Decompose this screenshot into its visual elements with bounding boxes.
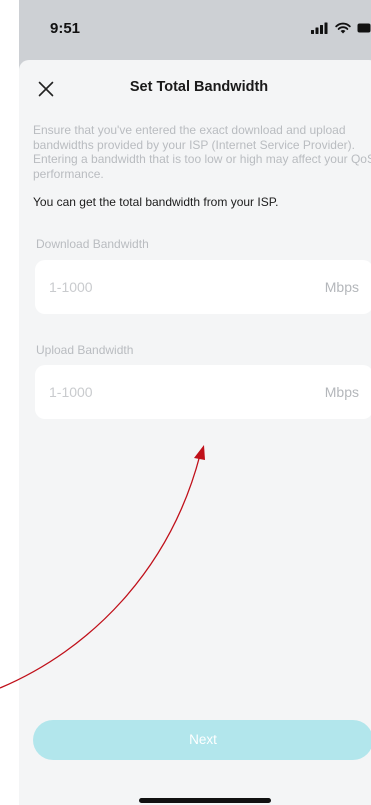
isp-tip: You can get the total bandwidth from you… bbox=[33, 195, 279, 209]
wifi-icon bbox=[335, 22, 351, 34]
page-title: Set Total Bandwidth bbox=[129, 79, 269, 95]
status-bar: 9:51 bbox=[19, 0, 371, 58]
bandwidth-sheet: Set Total Bandwidth Ensure that you've e… bbox=[19, 60, 371, 805]
status-time: 9:51 bbox=[50, 20, 81, 37]
status-icons bbox=[311, 20, 371, 36]
screen: 9:51 Set Total Bandwidth Ensure that you… bbox=[0, 0, 371, 805]
upload-unit: Mbps bbox=[324, 384, 359, 400]
upload-bandwidth-field[interactable]: Mbps bbox=[35, 365, 371, 419]
home-indicator bbox=[139, 798, 271, 803]
signal-icon bbox=[311, 22, 328, 34]
upload-bandwidth-input[interactable] bbox=[49, 365, 279, 419]
download-bandwidth-label: Download Bandwidth bbox=[36, 237, 149, 251]
download-bandwidth-input[interactable] bbox=[49, 260, 279, 314]
battery-icon bbox=[357, 23, 371, 33]
upload-bandwidth-label: Upload Bandwidth bbox=[36, 343, 134, 357]
bandwidth-description: Ensure that you've entered the exact dow… bbox=[33, 123, 371, 181]
download-unit: Mbps bbox=[324, 279, 359, 295]
left-margin bbox=[0, 0, 19, 805]
next-button[interactable]: Next bbox=[33, 720, 371, 760]
download-bandwidth-field[interactable]: Mbps bbox=[35, 260, 371, 314]
phone-frame: 9:51 Set Total Bandwidth Ensure that you… bbox=[19, 0, 371, 805]
